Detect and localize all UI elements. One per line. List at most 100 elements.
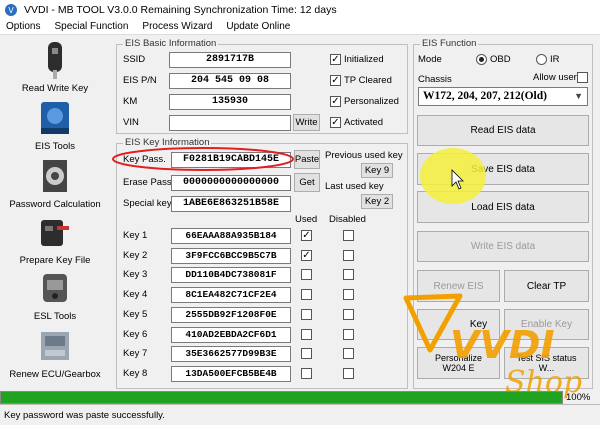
sidebar-item-label: EIS Tools (35, 141, 75, 152)
key-5-used-checkbox[interactable] (301, 308, 312, 320)
key-4-code-field[interactable]: 8C1EA482C71CF2E4 (171, 287, 291, 304)
car-key-icon (48, 42, 62, 79)
key-8-code-field[interactable]: 13DA500EFCB5BE4B (171, 365, 291, 382)
key-7-disabled-checkbox[interactable] (343, 348, 354, 360)
key-4-disabled-checkbox[interactable] (343, 289, 354, 301)
key-5-code-field[interactable]: 2555DB92F1208F0E (171, 306, 291, 323)
key-1-used-checkbox[interactable]: ✓ (301, 230, 312, 241)
eis-module-icon (41, 102, 69, 134)
mode-obd-radio[interactable] (476, 54, 487, 65)
ssid-label: SSID (123, 54, 146, 65)
chassis-value: W172, 204, 207, 212(Old) (423, 90, 547, 102)
sidebar-item-label: Read Write Key (21, 83, 89, 94)
key-2-disabled-checkbox[interactable] (343, 249, 354, 261)
highlight-ellipse (112, 147, 294, 171)
key-6-code-field[interactable]: 410AD2EBDA2CF6D1 (171, 326, 291, 343)
progress-fill (1, 392, 562, 403)
key-5-label: Key 5 (123, 308, 148, 320)
activated-label: Activated (344, 117, 384, 128)
key-1-disabled-checkbox[interactable] (343, 230, 354, 241)
sidebar-item-read-write-key[interactable]: Read Write Key (0, 40, 110, 94)
sidebar-item-eis-tools[interactable]: EIS Tools (0, 98, 110, 152)
key-8-label: Key 8 (123, 367, 148, 379)
eis-pn-field[interactable]: 204 545 09 08 (169, 73, 291, 89)
progress-bar (0, 391, 563, 404)
ssid-field[interactable]: 2891717B (169, 52, 291, 68)
vvdi-shop-watermark: VVDI Shop (403, 293, 582, 400)
eis-pn-label: EIS P/N (123, 75, 157, 86)
sidebar-item-password-calculation[interactable]: Password Calculation (0, 156, 110, 210)
key-4-label: Key 4 (123, 289, 148, 301)
group-title: EIS Basic Information (123, 38, 219, 49)
eis-basic-info-group: EIS Basic Information SSID 2891717B EIS … (116, 38, 408, 134)
cursor-highlight (420, 148, 486, 204)
menu-options[interactable]: Options (6, 21, 40, 32)
tp-cleared-checkbox[interactable]: ✓ (330, 75, 341, 86)
allow-user-checkbox[interactable] (577, 72, 588, 83)
key-2-label: Key 2 (123, 249, 148, 261)
gear-calculation-icon (43, 160, 67, 192)
menu-process-wizard[interactable]: Process Wizard (142, 21, 212, 32)
key-5-disabled-checkbox[interactable] (343, 308, 354, 320)
sidebar-item-label: Renew ECU/Gearbox (9, 369, 101, 380)
mode-obd-label: OBD (490, 54, 511, 65)
sidebar-item-esl-tools[interactable]: ESL Tools (0, 268, 110, 322)
eis-key-info-group: EIS Key Information Key Pass. F0281B19CA… (116, 137, 408, 389)
allow-user-label: Allow user (533, 72, 577, 83)
menu-special-function[interactable]: Special Function (54, 21, 128, 32)
chassis-label: Chassis (418, 74, 452, 85)
initialized-checkbox[interactable]: ✓ (330, 54, 341, 65)
key-file-icon (41, 220, 69, 246)
km-label: KM (123, 96, 138, 107)
key-8-disabled-checkbox[interactable] (343, 367, 354, 379)
read-eis-data-button[interactable]: Read EIS data (417, 115, 589, 146)
key-3-label: Key 3 (123, 269, 148, 281)
key-table: Key 1 66EAAA88A935B184 ✓ Key 2 3F9FCC6BCC9B5… (117, 144, 407, 388)
ecu-module-icon (41, 332, 69, 360)
status-bar: Key password was paste successfully. (0, 404, 600, 425)
chevron-down-icon: ▼ (574, 91, 583, 101)
app-logo-icon: V (5, 3, 17, 16)
key-3-code-field[interactable]: DD110B4DC738081F (171, 267, 291, 284)
key-7-label: Key 7 (123, 348, 148, 360)
key-8-used-checkbox[interactable] (301, 367, 312, 379)
write-vin-button[interactable]: Write (293, 114, 320, 131)
key-7-code-field[interactable]: 35E3662577D99B3E (171, 346, 291, 363)
km-field[interactable]: 135930 (169, 94, 291, 110)
tp-cleared-label: TP Cleared (344, 75, 392, 86)
key-6-used-checkbox[interactable] (301, 328, 312, 340)
svg-text:V: V (8, 6, 14, 15)
window-title: VVDI - MB TOOL V3.0.0 Remaining Synchron… (24, 3, 337, 16)
activated-checkbox[interactable]: ✓ (330, 117, 341, 128)
menu-bar: Options Special Function Process Wizard … (0, 19, 600, 35)
sidebar-item-prepare-key-file[interactable]: Prepare Key File (0, 212, 110, 266)
key-6-label: Key 6 (123, 328, 148, 340)
write-eis-data-button[interactable]: Write EIS data (417, 231, 589, 262)
key-3-used-checkbox[interactable] (301, 269, 312, 281)
key-7-used-checkbox[interactable] (301, 348, 312, 360)
key-1-code-field[interactable]: 66EAAA88A935B184 (171, 228, 291, 244)
group-title: EIS Function (420, 38, 479, 49)
chassis-select[interactable]: W172, 204, 207, 212(Old) ▼ (418, 87, 588, 106)
key-3-disabled-checkbox[interactable] (343, 269, 354, 281)
key-4-used-checkbox[interactable] (301, 289, 312, 301)
mode-ir-label: IR (550, 54, 560, 65)
vin-label: VIN (123, 117, 139, 128)
key-2-code-field[interactable]: 3F9FCC6BCC9B5C7B (171, 247, 291, 264)
watermark-line1: VVDI (450, 323, 555, 367)
sidebar-item-renew-ecu-gearbox[interactable]: Renew ECU/Gearbox (0, 326, 110, 380)
sidebar-item-label: Prepare Key File (19, 255, 91, 266)
vin-field[interactable] (169, 115, 291, 131)
menu-update-online[interactable]: Update Online (226, 21, 290, 32)
mode-label: Mode (418, 54, 442, 65)
status-message: Key password was paste successfully. (4, 409, 165, 421)
key-1-label: Key 1 (123, 230, 148, 241)
sidebar-item-label: Password Calculation (9, 199, 101, 210)
esl-lock-icon (43, 274, 67, 302)
key-2-used-checkbox[interactable]: ✓ (301, 249, 312, 261)
personalized-label: Personalized (344, 96, 399, 107)
key-6-disabled-checkbox[interactable] (343, 328, 354, 340)
initialized-label: Initialized (344, 54, 384, 65)
mode-ir-radio[interactable] (536, 54, 547, 65)
personalized-checkbox[interactable]: ✓ (330, 96, 341, 107)
